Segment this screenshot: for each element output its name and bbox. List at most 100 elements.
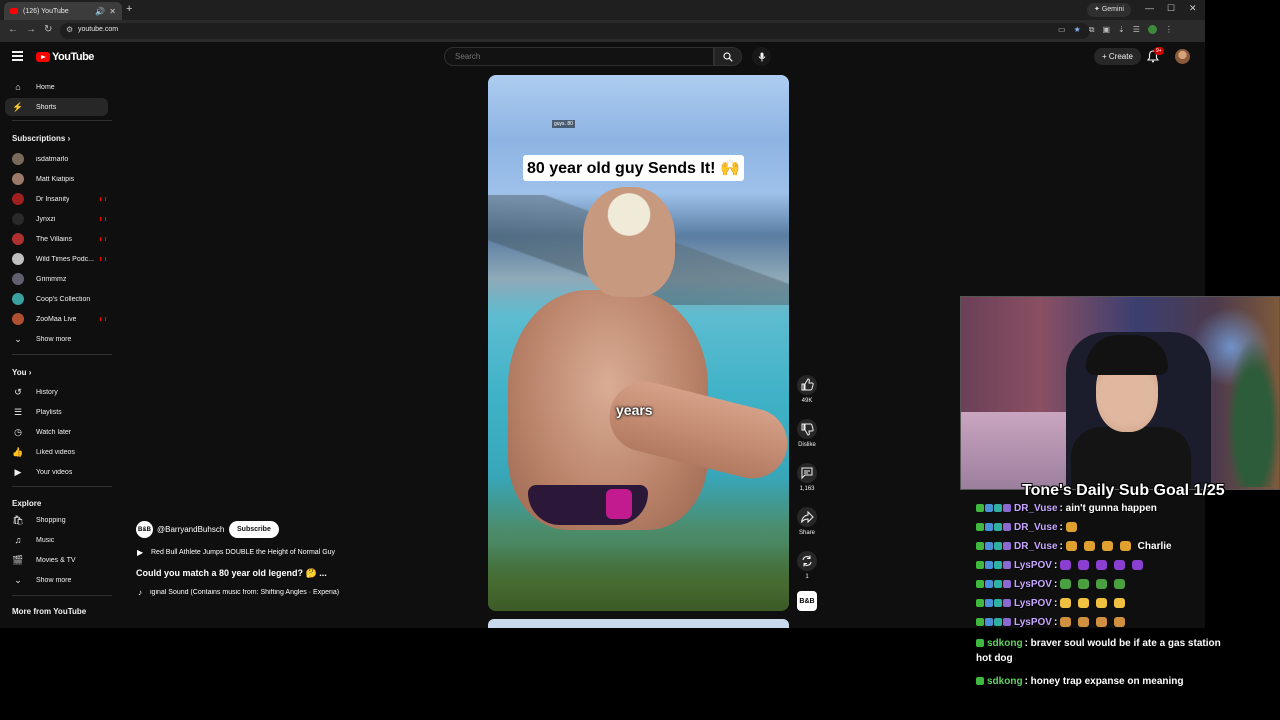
sidebar-item-subscription[interactable]: The Villains: [5, 230, 108, 248]
sidebar-item-subscription[interactable]: Dr Insanity: [5, 190, 108, 208]
bookmark-star-icon[interactable]: ★: [1074, 25, 1081, 35]
back-icon[interactable]: ←: [8, 24, 18, 35]
more-from-youtube-heading[interactable]: More from YouTube: [12, 607, 86, 616]
browser-nav-bar: ← → ↻ ⚙ youtube.com ▭ ★ ⧉ ▣ ⇣ ☰ ⋮: [0, 20, 1205, 42]
site-info-icon[interactable]: ⚙: [66, 25, 73, 34]
sidebar-item-subscription[interactable]: Matt Kiatipis: [5, 170, 108, 188]
sidebar-item-show-more-explore[interactable]: ⌄ Show more: [5, 571, 108, 589]
extensions-icon[interactable]: ⧉: [1089, 25, 1095, 35]
guide-menu-icon[interactable]: [12, 51, 23, 63]
share-icon: [801, 510, 814, 524]
chat-emote-icon: [1114, 579, 1126, 590]
channel-handle[interactable]: @BarryandBuhsch: [157, 525, 224, 534]
search-box[interactable]: [444, 47, 714, 66]
voice-search-button[interactable]: [752, 47, 771, 66]
shorts-player[interactable]: guys. 80 80 year old guy Sends It! 🙌 yea…: [488, 75, 789, 611]
chat-emote-icon: [1096, 560, 1108, 571]
dislike-button[interactable]: [797, 419, 817, 439]
more-icon[interactable]: ⋮: [1165, 25, 1173, 35]
sidebar-item-history[interactable]: ↺ History: [5, 383, 108, 401]
sidebar-item-subscription[interactable]: Coop's Collection: [5, 290, 108, 308]
comments-button[interactable]: [797, 463, 817, 483]
next-short-preview[interactable]: [488, 619, 789, 628]
sidebar-item-label: Show more: [36, 335, 72, 343]
chat-username[interactable]: sdkong: [987, 676, 1023, 687]
sidebar-item-subscription[interactable]: Wild Times Podc...: [5, 250, 108, 268]
chat-username[interactable]: LysPOV: [1014, 579, 1052, 590]
live-indicator-icon: [100, 217, 106, 221]
new-tab-button[interactable]: +: [126, 3, 132, 15]
share-button[interactable]: [797, 507, 817, 527]
chat-username[interactable]: LysPOV: [1014, 617, 1052, 628]
sidebar-item-your-videos[interactable]: ▶ Your videos: [5, 463, 108, 481]
chat-username[interactable]: DR_Vuse: [1014, 541, 1058, 552]
sidebar-item-label: Home: [36, 83, 55, 91]
explore-heading[interactable]: Explore: [12, 499, 41, 508]
you-heading[interactable]: You ›: [12, 368, 31, 377]
tab-search-icon[interactable]: ▣: [1102, 25, 1110, 35]
install-icon[interactable]: ▭: [1058, 25, 1066, 35]
gemini-button[interactable]: ✦ Gemini: [1087, 3, 1131, 17]
like-count: 49K: [801, 398, 813, 404]
sidebar-item-subscription[interactable]: Grimmmz: [5, 270, 108, 288]
sidebar-item-music[interactable]: ♫ Music: [5, 531, 108, 549]
chat-username[interactable]: LysPOV: [1014, 598, 1052, 609]
sidebar-item-shopping[interactable]: 🛍 Shopping: [5, 511, 108, 529]
browser-tab[interactable]: (126) YouTube 🔊 ✕: [4, 2, 122, 20]
subscribe-button[interactable]: Subscribe: [229, 521, 279, 538]
sidebar-item-watch-later[interactable]: ◷ Watch later: [5, 423, 108, 441]
menu-icon[interactable]: ☰: [1133, 25, 1140, 35]
liked-videos-icon: 👍: [12, 446, 24, 457]
sidebar-item-liked-videos[interactable]: 👍 Liked videos: [5, 443, 108, 461]
subscription-label: Dr Insanity: [36, 195, 70, 203]
search-button[interactable]: [714, 47, 742, 66]
chat-emote-icon: [1096, 598, 1108, 609]
sidebar-item-label: Watch later: [36, 428, 72, 436]
forward-icon[interactable]: →: [26, 24, 36, 35]
sidebar-item-home[interactable]: ⌂ Home: [5, 78, 108, 96]
chat-username[interactable]: DR_Vuse: [1014, 522, 1058, 533]
shorts-icon: ⚡: [12, 101, 24, 112]
subscriptions-heading[interactable]: Subscriptions ›: [12, 134, 70, 143]
minimize-icon[interactable]: —: [1145, 3, 1154, 13]
browser-profile-avatar[interactable]: [1147, 25, 1157, 34]
reload-icon[interactable]: ↻: [44, 24, 52, 35]
address-bar[interactable]: ⚙ youtube.com: [60, 23, 1090, 39]
channel-avatar: [12, 253, 24, 265]
extension-area: ▭ ★ ⧉ ▣ ⇣ ☰ ⋮: [1058, 25, 1173, 35]
youtube-logo[interactable]: YouTube: [36, 51, 94, 63]
close-window-icon[interactable]: ✕: [1189, 3, 1197, 14]
account-avatar[interactable]: [1175, 49, 1190, 64]
sidebar-item-show-more[interactable]: ⌄ Show more: [5, 330, 108, 348]
channel-thumbnail[interactable]: B&B: [797, 591, 817, 611]
sidebar-item-subscription[interactable]: isdatmarlo: [5, 150, 108, 168]
chat-username[interactable]: DR_Vuse: [1014, 503, 1058, 514]
streamer-webcam: [960, 296, 1280, 490]
tab-audio-icon[interactable]: 🔊: [95, 7, 105, 16]
chat-username[interactable]: sdkong: [987, 638, 1023, 649]
sound-link[interactable]: iginal Sound (Contains music from: Shift…: [150, 589, 360, 596]
like-button[interactable]: [797, 375, 817, 395]
short-title[interactable]: Could you match a 80 year old legend? 🤔 …: [136, 568, 327, 579]
downloads-icon[interactable]: ⇣: [1118, 25, 1125, 35]
chat-message: DR_Vuse: Charlie: [976, 541, 1172, 552]
chat-username[interactable]: LysPOV: [1014, 560, 1052, 571]
maximize-icon[interactable]: ☐: [1167, 3, 1175, 14]
sidebar-item-movies-tv[interactable]: 🎬 Movies & TV: [5, 551, 108, 569]
chat-text: : ain't gunna happen: [1059, 503, 1157, 514]
create-button[interactable]: + Create: [1094, 48, 1141, 65]
sidebar-item-shorts[interactable]: ⚡ Shorts: [5, 98, 108, 116]
related-video-link[interactable]: Red Bull Athlete Jumps DOUBLE the Height…: [151, 549, 335, 556]
chat-emote-icon: [1114, 617, 1126, 628]
sidebar-item-subscription[interactable]: ZooMaa Live: [5, 310, 108, 328]
search-input[interactable]: [455, 52, 695, 61]
create-label: Create: [1108, 52, 1133, 61]
sidebar-item-playlists[interactable]: ☰ Playlists: [5, 403, 108, 421]
channel-avatar[interactable]: B&B: [136, 521, 153, 538]
remix-button[interactable]: [797, 551, 817, 571]
live-indicator-icon: [100, 197, 106, 201]
tab-close-icon[interactable]: ✕: [109, 7, 116, 16]
sidebar-item-subscription[interactable]: Jynxzi: [5, 210, 108, 228]
chat-emote-icon: [1096, 617, 1108, 628]
subscription-label: Coop's Collection: [36, 295, 91, 303]
